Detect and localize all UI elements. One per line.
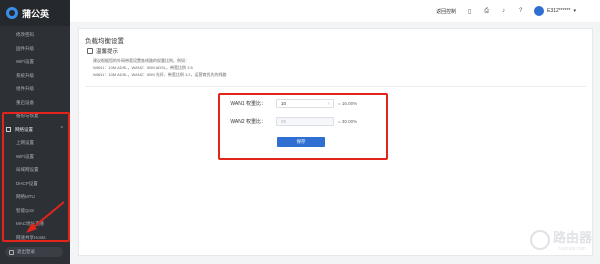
brand-name: 蒲公英	[22, 8, 50, 19]
printer-icon[interactable]: ⎙	[483, 8, 490, 15]
user-menu[interactable]: E312****** ▾	[534, 6, 576, 16]
logout-label: 退出登录	[17, 249, 35, 254]
watermark-url: luyouqi.com	[559, 246, 586, 252]
top-bar: 返回控制 ▯ ⎙ ♪ ? E312****** ▾	[70, 0, 600, 22]
logout-icon	[9, 249, 14, 255]
phone-icon[interactable]: ▯	[466, 8, 473, 15]
tip-header: 温馨提示	[87, 47, 118, 55]
logout-button[interactable]: 退出登录	[5, 247, 63, 257]
sidebar-item[interactable]: 修改密码	[0, 28, 70, 42]
brand: 蒲公英	[0, 0, 70, 26]
sidebar-item[interactable]: 系统升级	[0, 69, 70, 83]
user-name: E312******	[547, 8, 571, 14]
tip-title: 温馨提示	[96, 49, 119, 55]
watermark: 路由器 luyouqi.com	[529, 227, 592, 252]
avatar	[534, 6, 545, 16]
sidebar-item[interactable]: 重启设备	[0, 96, 70, 110]
tip-line: 建议根据您的外网带宽设置各线路的权重比例。例如：	[93, 58, 189, 63]
bell-icon[interactable]: ♪	[500, 8, 507, 15]
sidebar-item[interactable]: WiFi设置	[0, 55, 70, 69]
watermark-title: 路由器	[552, 230, 592, 245]
info-icon	[87, 48, 93, 54]
tip-line: WAN1：10M ADSL，WAN2：50M ADSL，带宽比例 1:5	[93, 65, 193, 70]
sidebar-item[interactable]: 组件升级	[0, 82, 70, 96]
tip-line: WAN1：10M ADSL，WAN2：50M 光纤，带宽比例 1:2，运营商优先…	[93, 72, 227, 77]
return-link[interactable]: 返回控制	[436, 8, 456, 15]
highlight-box-form	[218, 93, 388, 160]
divider	[85, 86, 586, 87]
page-title: 负载均衡设置	[85, 38, 124, 45]
chevron-down-icon: ▾	[573, 8, 576, 14]
help-icon[interactable]: ?	[517, 8, 524, 15]
dandelion-logo-icon	[6, 7, 18, 19]
sidebar-item[interactable]: 固件升级	[0, 42, 70, 56]
main-panel: 负载均衡设置 温馨提示 建议根据您的外网带宽设置各线路的权重比例。例如： WAN…	[78, 28, 593, 256]
watermark-logo-icon	[529, 229, 550, 250]
highlight-box-sidebar	[2, 112, 70, 242]
